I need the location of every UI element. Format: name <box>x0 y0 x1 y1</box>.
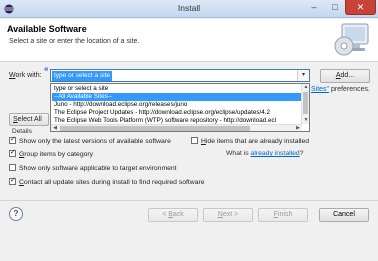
page-heading: Available Software <box>7 24 87 34</box>
dropdown-item[interactable]: The Eclipse Project Updates - http://dow… <box>52 109 272 117</box>
next-button[interactable]: Next > <box>203 208 253 222</box>
already-installed-link[interactable]: already installed <box>251 150 300 157</box>
chevron-down-icon[interactable]: ▾ <box>297 70 309 81</box>
back-button[interactable]: < Back <box>148 208 198 222</box>
group-by-category-checkbox[interactable] <box>9 148 16 157</box>
dropdown-item-selected[interactable]: --All Available Sites-- <box>52 93 301 101</box>
show-applicable-checkbox[interactable] <box>9 164 16 171</box>
scroll-right-icon[interactable]: ▶ <box>294 125 302 131</box>
show-applicable-option[interactable]: Show only software applicable to target … <box>9 164 177 172</box>
finish-button[interactable]: Finish <box>258 208 308 222</box>
show-latest-versions-option[interactable]: Show only the latest versions of availab… <box>9 135 171 145</box>
work-with-label: Work with: <box>9 72 42 79</box>
available-sites-link[interactable]: Sites" <box>311 86 329 93</box>
maximize-button[interactable]: □ <box>325 0 345 15</box>
dropdown-vertical-scrollbar[interactable]: ▲ ▼ <box>301 84 309 124</box>
already-installed-text: What is already installed? <box>226 150 304 157</box>
add-site-button[interactable]: Add... <box>320 69 370 83</box>
dropdown-item[interactable]: Juno - http://download.eclipse.org/relea… <box>52 101 189 109</box>
scroll-left-icon[interactable]: ◀ <box>51 125 59 131</box>
hide-installed-checkbox[interactable] <box>191 137 198 144</box>
show-latest-checkbox[interactable] <box>9 135 16 144</box>
scroll-up-icon[interactable]: ▲ <box>302 84 309 91</box>
scroll-down-icon[interactable]: ▼ <box>302 117 309 124</box>
contact-update-sites-option[interactable]: Contact all update sites during install … <box>9 176 205 186</box>
help-icon[interactable]: ? <box>9 207 23 221</box>
wizard-banner: Available Software Select a site or ente… <box>0 19 378 62</box>
minimize-button[interactable]: – <box>303 0 325 15</box>
dropdown-item[interactable]: type or select a site <box>52 85 110 93</box>
close-button[interactable]: ✕ <box>345 0 376 15</box>
scroll-thumb[interactable] <box>303 92 308 114</box>
install-software-icon <box>334 23 369 56</box>
info-decoration-icon: ❶ <box>44 67 49 73</box>
page-subtitle: Select a site or enter the location of a… <box>9 38 140 45</box>
cancel-button[interactable]: Cancel <box>319 208 369 222</box>
site-dropdown-list[interactable]: type or select a site --All Available Si… <box>50 83 310 132</box>
work-with-input[interactable]: type or select a site <box>52 71 112 81</box>
details-label: Details <box>12 128 32 135</box>
dropdown-horizontal-scrollbar[interactable]: ◀ ▶ <box>51 124 302 131</box>
footer-divider <box>0 200 378 201</box>
contact-sites-checkbox[interactable] <box>9 176 16 185</box>
work-with-combo[interactable]: type or select a site ▾ <box>50 69 310 82</box>
install-dialog: Install – □ ✕ Available Software Select … <box>0 0 378 261</box>
title-bar: Install – □ ✕ <box>0 0 378 18</box>
scroll-thumb[interactable] <box>60 126 250 131</box>
group-by-category-option[interactable]: Group items by category <box>9 148 93 158</box>
hide-installed-option[interactable]: Hide items that are already installed <box>191 137 309 145</box>
available-sites-preferences-link: Sites" preferences. <box>311 86 370 93</box>
select-all-button[interactable]: Select All <box>9 113 49 126</box>
